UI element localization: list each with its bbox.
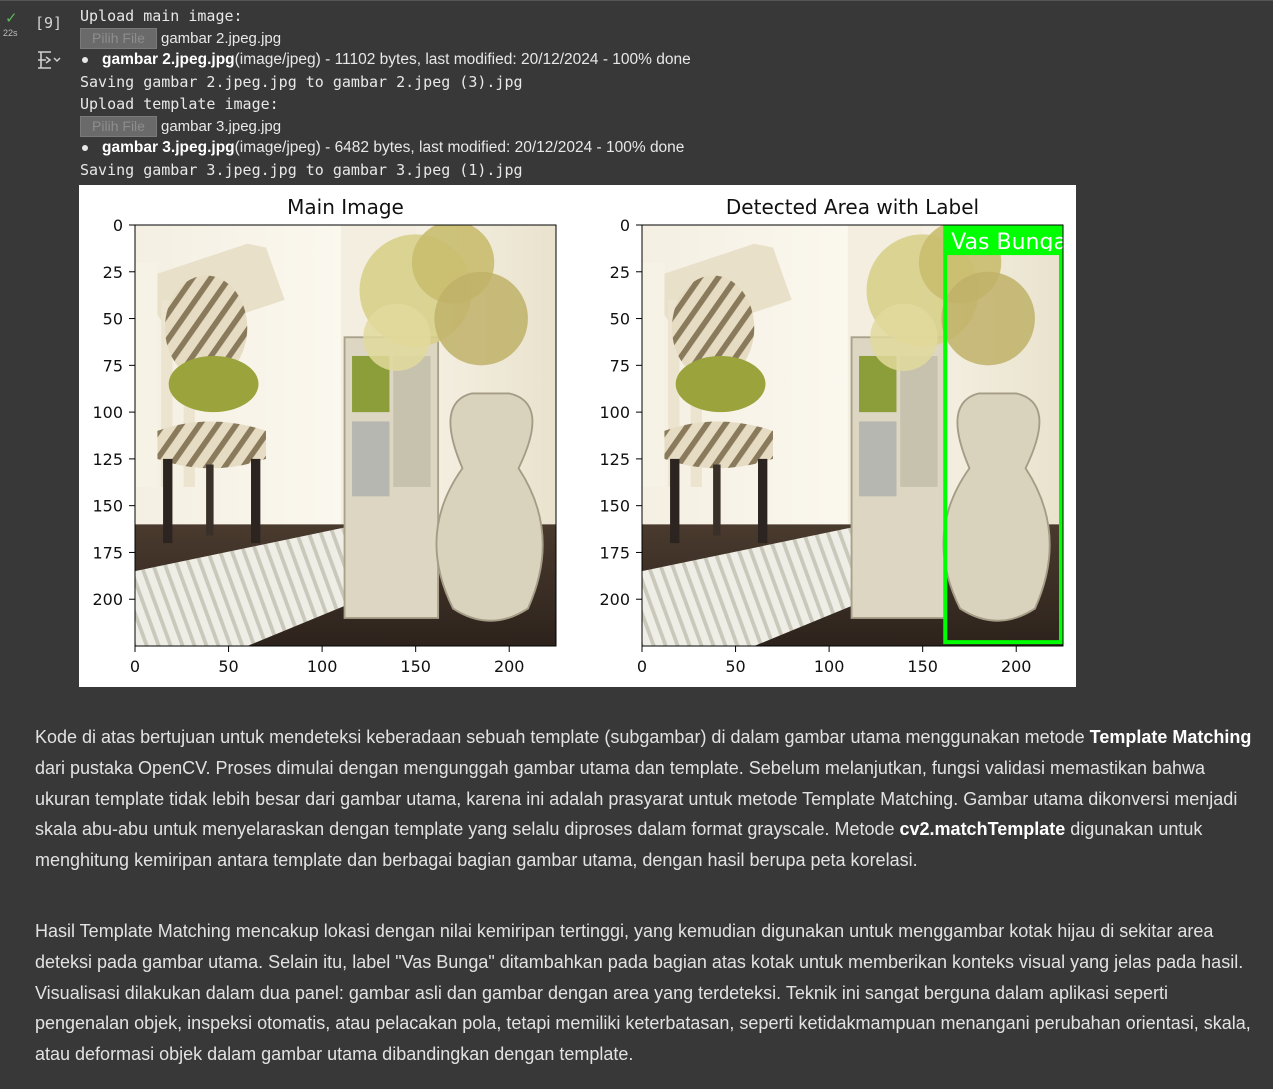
main-file-button[interactable]: Pilih File <box>80 27 157 49</box>
y-tick-label: 75 <box>610 356 630 375</box>
y-tick-label: 50 <box>610 310 630 329</box>
template-file-button[interactable]: Pilih File <box>80 115 157 137</box>
x-tick-label: 150 <box>907 657 938 676</box>
upload-main-label: Upload main image: <box>80 7 243 25</box>
template-upload-row: Pilih File gambar 3.jpeg.jpg <box>80 115 1260 137</box>
x-tick-label: 0 <box>130 657 140 676</box>
matplotlib-figure: Main Image 0 50 100 150 200 0 25 50 75 100 125 150 17… <box>79 185 1076 687</box>
y-tick-label: 75 <box>103 356 123 375</box>
check-icon: ✓ <box>5 10 18 27</box>
y-tick-label: 200 <box>599 590 630 609</box>
md-p1-text-a: Kode di atas bertujuan untuk mendeteksi … <box>35 727 1090 747</box>
template-file-name: gambar 3.jpeg.jpg <box>161 117 282 135</box>
cell-top-border <box>0 0 1273 1</box>
x-tick-label: 0 <box>637 657 647 676</box>
panel-1: Main Image 0 50 100 150 200 0 25 50 75 100 125 150 17… <box>92 195 557 676</box>
y-tick-label: 25 <box>103 263 123 282</box>
md-p1-bold-matchtemplate: cv2.matchTemplate <box>899 819 1066 840</box>
main-saving-text: Saving gambar 2.jpeg.jpg to gambar 2.jpe… <box>80 73 523 91</box>
main-upload-row: Pilih File gambar 2.jpeg.jpg <box>80 27 1260 49</box>
execution-duration: 22s <box>3 28 18 38</box>
template-file-info: gambar 3.jpeg.jpg (image/jpeg) - 6482 by… <box>80 137 1260 159</box>
y-tick-label: 125 <box>92 450 123 469</box>
y-tick-label: 175 <box>92 543 123 562</box>
template-file-info-detail: (image/jpeg) - 6482 bytes, last modified… <box>234 139 685 156</box>
y-tick-label: 0 <box>620 216 630 235</box>
chart-title: Main Image <box>287 195 404 219</box>
main-file-info-name: gambar 2.jpeg.jpg <box>102 51 235 68</box>
template-file-info-name: gambar 3.jpeg.jpg <box>102 139 235 156</box>
x-tick-label: 200 <box>494 657 525 676</box>
bullet-icon <box>82 57 88 63</box>
y-tick-label: 150 <box>92 497 123 516</box>
panel-image <box>135 225 556 646</box>
output-toggle-icon[interactable] <box>36 49 62 76</box>
y-tick-label: 25 <box>610 263 630 282</box>
y-tick-label: 200 <box>92 590 123 609</box>
y-tick-label: 125 <box>599 450 630 469</box>
markdown-paragraph-1: Kode di atas bertujuan untuk mendeteksi … <box>35 722 1257 876</box>
main-file-name: gambar 2.jpeg.jpg <box>161 29 282 47</box>
upload-template-label: Upload template image: <box>80 95 279 113</box>
y-tick-label: 175 <box>599 543 630 562</box>
main-file-info: gambar 2.jpeg.jpg (image/jpeg) - 11102 b… <box>80 49 1260 71</box>
x-tick-label: 50 <box>218 657 238 676</box>
x-tick-label: 50 <box>725 657 745 676</box>
main-file-info-detail: (image/jpeg) - 11102 bytes, last modifie… <box>234 51 691 68</box>
y-tick-label: 50 <box>103 310 123 329</box>
template-saving-text: Saving gambar 3.jpeg.jpg to gambar 3.jpe… <box>80 161 523 179</box>
y-tick-label: 150 <box>599 497 630 516</box>
bullet-icon <box>82 145 88 151</box>
figure-canvas: Main Image 0 50 100 150 200 0 25 50 75 100 125 150 17… <box>92 195 1064 676</box>
x-tick-label: 100 <box>814 657 845 676</box>
y-tick-label: 0 <box>113 216 123 235</box>
md-p1-bold-template-matching: Template Matching <box>1089 727 1252 747</box>
y-tick-label: 100 <box>92 403 123 422</box>
markdown-paragraph-2: Hasil Template Matching mencakup lokasi … <box>35 921 1251 1065</box>
execution-count[interactable]: [9] <box>35 14 62 32</box>
x-tick-label: 200 <box>1001 657 1032 676</box>
chart-title: Detected Area with Label <box>726 195 979 219</box>
panel-2: Vas Bunga Detected Area with Label 0 50 100 1… <box>599 195 1064 676</box>
x-tick-label: 150 <box>400 657 431 676</box>
x-tick-label: 100 <box>307 657 338 676</box>
panel-image: Vas Bunga <box>642 225 1063 646</box>
cell-output: Upload main image: Pilih File gambar 2.j… <box>80 5 1260 181</box>
y-tick-label: 100 <box>599 403 630 422</box>
